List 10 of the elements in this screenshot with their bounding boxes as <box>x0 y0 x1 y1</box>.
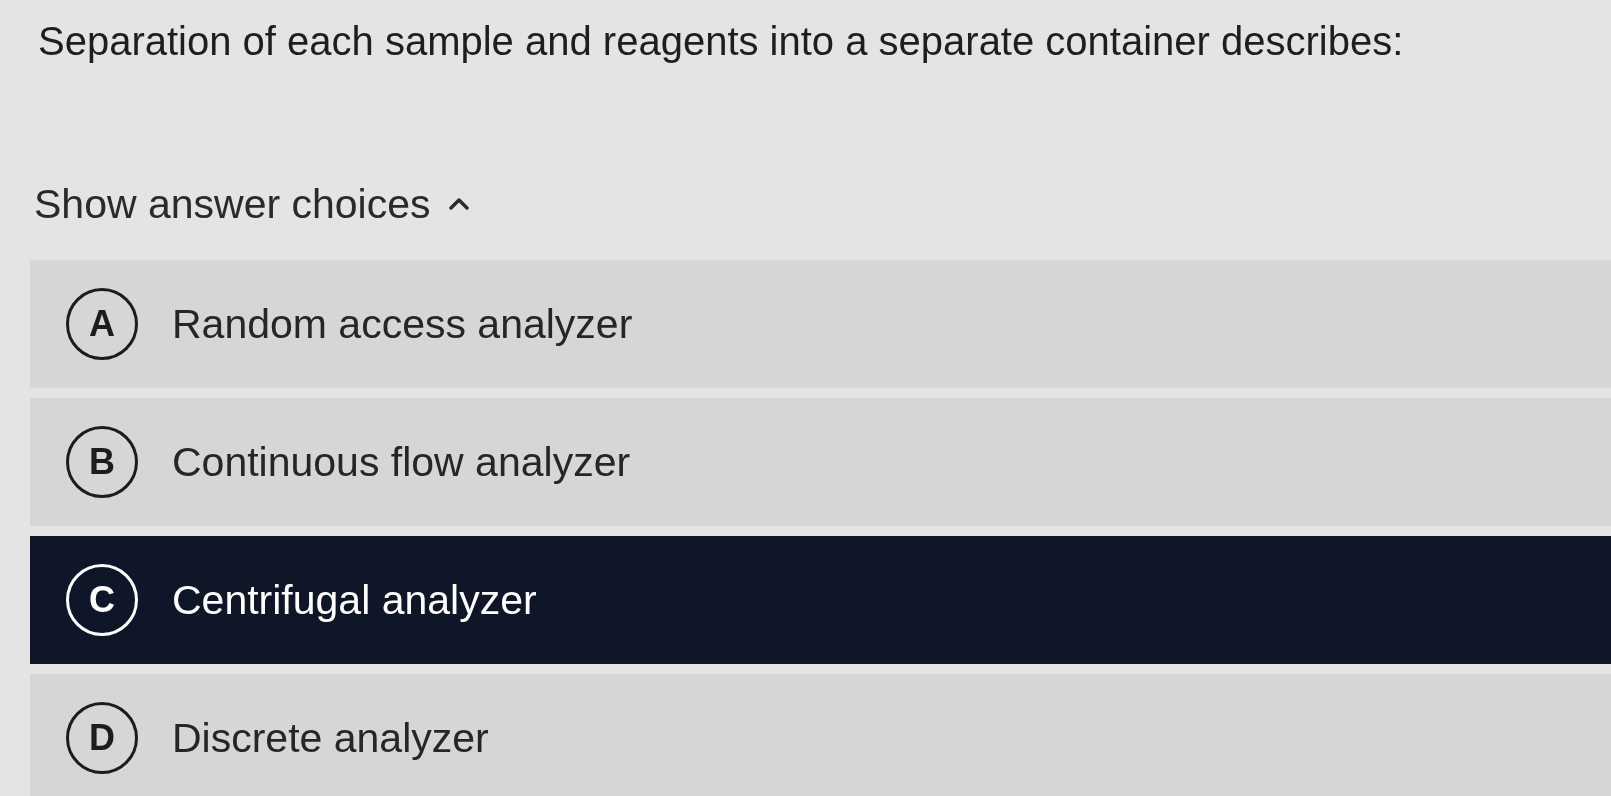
answer-choice[interactable]: B Continuous flow analyzer <box>30 398 1611 526</box>
choice-letter: A <box>66 288 138 360</box>
choice-letter: C <box>66 564 138 636</box>
answer-choice[interactable]: D Discrete analyzer <box>30 674 1611 796</box>
answer-choice[interactable]: A Random access analyzer <box>30 260 1611 388</box>
question-text: Separation of each sample and reagents into a separate container describes: <box>38 18 1404 65</box>
choice-letter: D <box>66 702 138 774</box>
show-answer-choices-toggle[interactable]: Show answer choices <box>34 178 469 230</box>
answer-choice[interactable]: C Centrifugal analyzer <box>30 536 1611 664</box>
choice-letter: B <box>66 426 138 498</box>
